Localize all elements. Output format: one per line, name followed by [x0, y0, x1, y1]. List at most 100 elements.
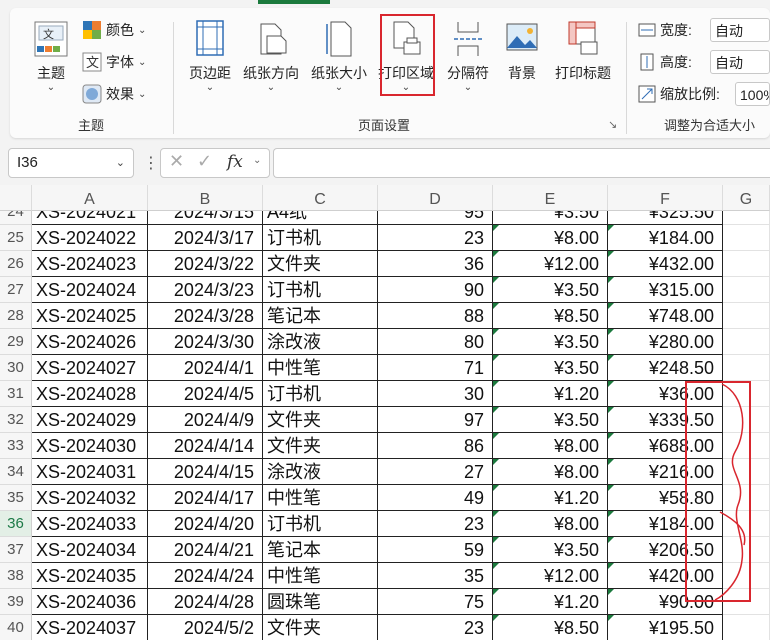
row-header-28[interactable]: 28 [0, 303, 32, 329]
row-header-37[interactable]: 37 [0, 537, 32, 563]
cell-g29[interactable] [723, 329, 770, 355]
cell-a25[interactable]: XS-2024022 [32, 225, 148, 251]
cell-a34[interactable]: XS-2024031 [32, 459, 148, 485]
cell-e40[interactable]: ¥8.50 [493, 615, 608, 640]
row-header-35[interactable]: 35 [0, 485, 32, 511]
cell-e37[interactable]: ¥3.50 [493, 537, 608, 563]
effects-button[interactable]: 效果 ⌄ [82, 84, 146, 104]
cell-g34[interactable] [723, 459, 770, 485]
fonts-button[interactable]: 文 字体 ⌄ [82, 52, 146, 72]
cell-f37[interactable]: ¥206.50 [608, 537, 723, 563]
cell-b36[interactable]: 2024/4/20 [148, 511, 263, 537]
select-all-corner[interactable] [0, 185, 32, 211]
cell-g26[interactable] [723, 251, 770, 277]
cell-c37[interactable]: 笔记本 [263, 537, 378, 563]
cell-f25[interactable]: ¥184.00 [608, 225, 723, 251]
cell-a26[interactable]: XS-2024023 [32, 251, 148, 277]
cell-f26[interactable]: ¥432.00 [608, 251, 723, 277]
cell-b33[interactable]: 2024/4/14 [148, 433, 263, 459]
row-header-33[interactable]: 33 [0, 433, 32, 459]
cell-d26[interactable]: 36 [378, 251, 493, 277]
cell-d27[interactable]: 90 [378, 277, 493, 303]
cell-a36[interactable]: XS-2024033 [32, 511, 148, 537]
cell-e28[interactable]: ¥8.50 [493, 303, 608, 329]
cell-g30[interactable] [723, 355, 770, 381]
cell-f30[interactable]: ¥248.50 [608, 355, 723, 381]
cell-d34[interactable]: 27 [378, 459, 493, 485]
paper-size-button[interactable]: 纸张大小 ⌄ [306, 18, 372, 93]
column-header-b[interactable]: B [148, 185, 263, 211]
theme-button[interactable]: 文 主题 ⌄ [26, 18, 76, 93]
row-header-39[interactable]: 39 [0, 589, 32, 615]
cell-a28[interactable]: XS-2024025 [32, 303, 148, 329]
cell-g33[interactable] [723, 433, 770, 459]
cell-c38[interactable]: 中性笔 [263, 563, 378, 589]
cell-c29[interactable]: 涂改液 [263, 329, 378, 355]
cell-a37[interactable]: XS-2024034 [32, 537, 148, 563]
cell-e30[interactable]: ¥3.50 [493, 355, 608, 381]
cell-b31[interactable]: 2024/4/5 [148, 381, 263, 407]
row-header-26[interactable]: 26 [0, 251, 32, 277]
row-header-38[interactable]: 38 [0, 563, 32, 589]
cell-g38[interactable] [723, 563, 770, 589]
print-area-button[interactable]: 打印区域 ⌄ [375, 18, 437, 93]
cell-c28[interactable]: 笔记本 [263, 303, 378, 329]
cell-b39[interactable]: 2024/4/28 [148, 589, 263, 615]
cell-e29[interactable]: ¥3.50 [493, 329, 608, 355]
cell-f39[interactable]: ¥90.00 [608, 589, 723, 615]
cell-c26[interactable]: 文件夹 [263, 251, 378, 277]
cell-c34[interactable]: 涂改液 [263, 459, 378, 485]
cell-b32[interactable]: 2024/4/9 [148, 407, 263, 433]
cell-d28[interactable]: 88 [378, 303, 493, 329]
cell-e25[interactable]: ¥8.00 [493, 225, 608, 251]
cell-e32[interactable]: ¥3.50 [493, 407, 608, 433]
cell-a30[interactable]: XS-2024027 [32, 355, 148, 381]
cell-g39[interactable] [723, 589, 770, 615]
row-header-30[interactable]: 30 [0, 355, 32, 381]
cell-f38[interactable]: ¥420.00 [608, 563, 723, 589]
cell-e34[interactable]: ¥8.00 [493, 459, 608, 485]
breaks-button[interactable]: 分隔符 ⌄ [440, 18, 496, 93]
cell-g37[interactable] [723, 537, 770, 563]
row-header-34[interactable]: 34 [0, 459, 32, 485]
cell-c36[interactable]: 订书机 [263, 511, 378, 537]
cell-a33[interactable]: XS-2024030 [32, 433, 148, 459]
cell-c33[interactable]: 文件夹 [263, 433, 378, 459]
cell-e36[interactable]: ¥8.00 [493, 511, 608, 537]
cancel-icon[interactable]: ✕ [169, 151, 184, 172]
column-header-d[interactable]: D [378, 185, 493, 211]
cell-b28[interactable]: 2024/3/28 [148, 303, 263, 329]
cell-d30[interactable]: 71 [378, 355, 493, 381]
column-header-g[interactable]: G [723, 185, 770, 211]
column-header-c[interactable]: C [263, 185, 378, 211]
cell-e27[interactable]: ¥3.50 [493, 277, 608, 303]
cell-f40[interactable]: ¥195.50 [608, 615, 723, 640]
cell-c25[interactable]: 订书机 [263, 225, 378, 251]
cell-c39[interactable]: 圆珠笔 [263, 589, 378, 615]
cell-g31[interactable] [723, 381, 770, 407]
cell-b40[interactable]: 2024/5/2 [148, 615, 263, 640]
cell-b34[interactable]: 2024/4/15 [148, 459, 263, 485]
cell-g28[interactable] [723, 303, 770, 329]
cell-e31[interactable]: ¥1.20 [493, 381, 608, 407]
cell-a38[interactable]: XS-2024035 [32, 563, 148, 589]
cell-g40[interactable] [723, 615, 770, 640]
cell-c32[interactable]: 文件夹 [263, 407, 378, 433]
row-header-29[interactable]: 29 [0, 329, 32, 355]
column-header-e[interactable]: E [493, 185, 608, 211]
cell-f29[interactable]: ¥280.00 [608, 329, 723, 355]
cell-g32[interactable] [723, 407, 770, 433]
row-header-32[interactable]: 32 [0, 407, 32, 433]
cell-d37[interactable]: 59 [378, 537, 493, 563]
print-titles-button[interactable]: 打印标题 [550, 18, 616, 83]
row-header-31[interactable]: 31 [0, 381, 32, 407]
cell-b38[interactable]: 2024/4/24 [148, 563, 263, 589]
cell-d33[interactable]: 86 [378, 433, 493, 459]
formula-input[interactable] [273, 148, 770, 178]
cell-c30[interactable]: 中性笔 [263, 355, 378, 381]
row-header-36[interactable]: 36 [0, 511, 32, 537]
cell-e26[interactable]: ¥12.00 [493, 251, 608, 277]
row-header-40[interactable]: 40 [0, 615, 32, 640]
height-select[interactable]: 自动 [710, 50, 770, 74]
row-header-25[interactable]: 25 [0, 225, 32, 251]
